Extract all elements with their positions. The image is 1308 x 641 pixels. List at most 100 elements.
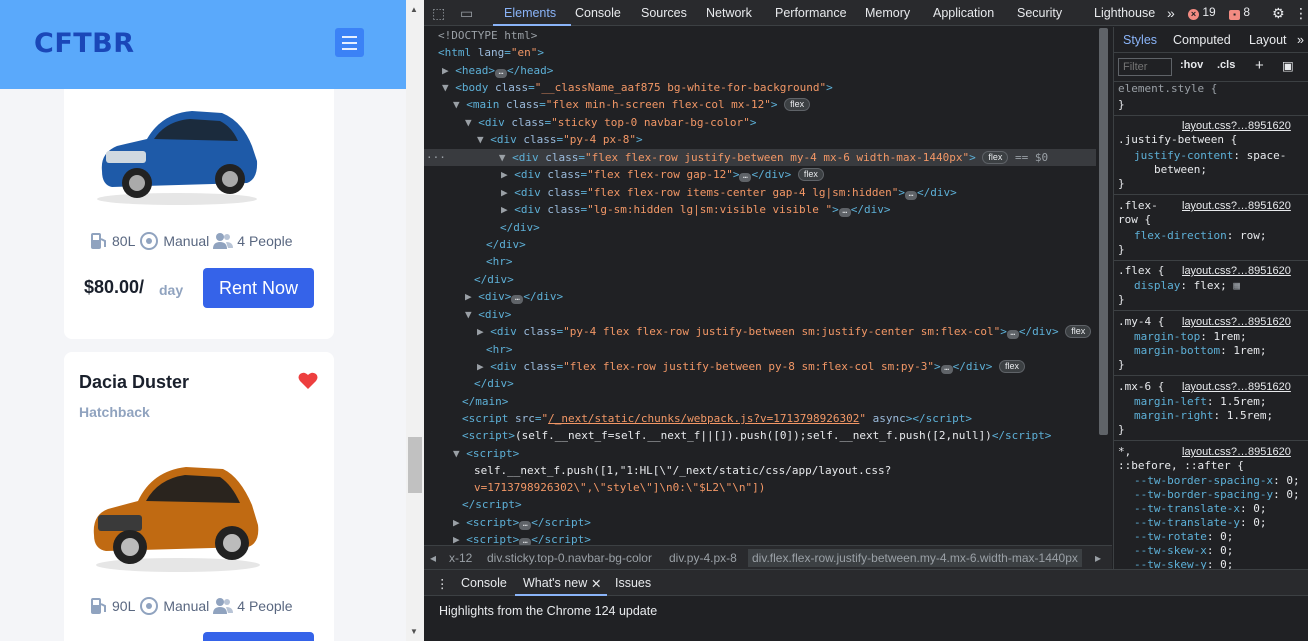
rule-selector[interactable]: ::before, ::after {	[1118, 459, 1244, 473]
breadcrumb-item-current[interactable]: div.flex.flex-row.justify-between.my-4.m…	[748, 549, 1082, 567]
tab-network[interactable]: Network	[706, 6, 752, 20]
child-node[interactable]: ▶ <div class="lg-sm:hidden lg|sm:visible…	[501, 201, 891, 218]
rule-selector[interactable]: row {	[1118, 213, 1151, 227]
rule-selector[interactable]: .flex-	[1118, 199, 1158, 213]
rule-property[interactable]: --tw-border-spacing-y: 0;	[1134, 488, 1300, 502]
rule-source-link[interactable]: layout.css?…8951620	[1182, 445, 1291, 459]
flex-badge[interactable]: flex	[999, 360, 1026, 373]
gear-icon[interactable]: ⚙	[1272, 5, 1285, 22]
div-node[interactable]: ▼ <div>	[465, 306, 511, 323]
styles-filter-input[interactable]	[1118, 58, 1172, 76]
flex-badge[interactable]: flex	[797, 168, 824, 181]
doctype-node[interactable]: <!DOCTYPE html>	[438, 27, 537, 44]
closing-tag[interactable]: </script>	[462, 496, 522, 513]
rule-property[interactable]: margin-left: 1.5rem;	[1134, 395, 1266, 409]
drawer-menu-icon[interactable]: ⋮	[436, 576, 449, 591]
rule-source-link[interactable]: layout.css?…8951620	[1182, 199, 1291, 213]
tab-memory[interactable]: Memory	[865, 6, 910, 20]
main-node[interactable]: ▼ <main class="flex min-h-screen flex-co…	[453, 96, 811, 113]
rule-selector[interactable]: *,	[1118, 445, 1131, 459]
breadcrumb-scroll-left-icon[interactable]: ◂	[430, 551, 436, 565]
rule-source-link[interactable]: layout.css?…8951620	[1182, 380, 1291, 394]
rule-selector[interactable]: .mx-6 {	[1118, 380, 1164, 394]
flex-badge[interactable]: flex	[784, 98, 811, 111]
script-node[interactable]: ▶ <script>… </script>	[453, 514, 591, 531]
inspect-element-icon[interactable]: ⬚	[432, 5, 445, 22]
div-node[interactable]: ▶ <div>… </div>	[465, 288, 563, 305]
script-node[interactable]: ▼ <script>	[453, 445, 519, 462]
tab-sources[interactable]: Sources	[641, 6, 687, 20]
rule-property[interactable]: margin-bottom: 1rem;	[1134, 344, 1266, 358]
rule-source-link[interactable]: layout.css?…8951620	[1182, 315, 1291, 329]
rule-property[interactable]: --tw-border-spacing-x: 0;	[1134, 474, 1300, 488]
breadcrumb-item[interactable]: div.sticky.top-0.navbar-bg-color	[487, 551, 652, 565]
closing-tag[interactable]: </div>	[474, 375, 514, 392]
rule-selector[interactable]: .flex {	[1118, 264, 1164, 278]
py-node[interactable]: ▼ <div class="py-4 px-8">	[477, 131, 643, 148]
drawer-tab-console[interactable]: Console	[461, 576, 507, 590]
closing-tag[interactable]: </div>	[486, 236, 526, 253]
closing-tag[interactable]: </div>	[500, 219, 540, 236]
page-scrollbar-thumb[interactable]	[408, 437, 422, 493]
breadcrumb-item[interactable]: x-12	[449, 551, 472, 565]
script-node[interactable]: <script>(self.__next_f=self.__next_f||[]…	[462, 427, 1051, 444]
more-tabs-icon[interactable]: »	[1167, 5, 1175, 21]
hamburger-menu-button[interactable]	[335, 28, 364, 57]
closing-tag[interactable]: </div>	[474, 271, 514, 288]
tab-elements[interactable]: Elements	[504, 6, 556, 20]
rule-property[interactable]: --tw-translate-x: 0;	[1134, 502, 1266, 516]
script-node[interactable]: <script src="/_next/static/chunks/webpac…	[462, 410, 972, 427]
elements-tree[interactable]: <!DOCTYPE html> <html lang="en"> ▶ <head…	[424, 27, 1112, 545]
tab-application[interactable]: Application	[933, 6, 994, 20]
script-text[interactable]: v=1713798926302\",\"style\"]\n0:\"$L2\"\…	[474, 479, 765, 496]
child-node[interactable]: ▶ <div class="py-4 flex flex-row justify…	[477, 323, 1092, 340]
flex-badge[interactable]: flex	[1065, 325, 1092, 338]
tab-computed[interactable]: Computed	[1173, 33, 1231, 47]
rule-selector[interactable]: .my-4 {	[1118, 315, 1164, 329]
breadcrumb-item[interactable]: div.py-4.px-8	[669, 551, 737, 565]
more-tabs-icon[interactable]: »	[1297, 33, 1304, 47]
tab-performance[interactable]: Performance	[775, 6, 847, 20]
heart-icon[interactable]	[298, 372, 318, 390]
element-style-rule[interactable]: element.style {	[1118, 82, 1217, 96]
page-scrollbar[interactable]	[406, 0, 424, 641]
tab-security[interactable]: Security	[1017, 6, 1062, 20]
script-text[interactable]: self.__next_f.push([1,"1:HL[\"/_next/sta…	[474, 462, 891, 479]
rule-source-link[interactable]: layout.css?…8951620	[1182, 264, 1291, 278]
child-node[interactable]: ▶ <div class="flex flex-row items-center…	[501, 184, 957, 201]
warning-count-badge[interactable]: ▪ 8	[1229, 5, 1250, 20]
cls-toggle[interactable]: .cls	[1217, 59, 1235, 71]
new-rule-icon[interactable]: +	[1255, 57, 1264, 74]
drawer-tab-issues[interactable]: Issues	[615, 576, 651, 590]
rent-now-button[interactable]: Rent Now	[203, 268, 314, 308]
breadcrumb-scroll-right-icon[interactable]: ▸	[1095, 551, 1101, 565]
rule-property[interactable]: display: flex; ▦	[1134, 279, 1240, 293]
scroll-down-arrow-icon[interactable]: ▼	[410, 627, 418, 636]
tab-layout[interactable]: Layout	[1249, 33, 1287, 47]
hr-node[interactable]: <hr>	[486, 253, 513, 270]
rule-property[interactable]: margin-top: 1rem;	[1134, 330, 1247, 344]
close-icon[interactable]: ✕	[591, 576, 601, 591]
flex-badge[interactable]: flex	[982, 151, 1009, 164]
rule-source-link[interactable]: layout.css?…8951620	[1182, 119, 1291, 133]
child-node[interactable]: ▶ <div class="flex flex-row justify-betw…	[477, 358, 1026, 375]
tab-console[interactable]: Console	[575, 6, 621, 20]
flexbox-editor-icon[interactable]: ▦	[1233, 279, 1240, 292]
hov-toggle[interactable]: :hov	[1180, 59, 1203, 71]
navbar-node[interactable]: ▼ <div class="sticky top-0 navbar-bg-col…	[465, 114, 756, 131]
rule-property[interactable]: --tw-rotate: 0;	[1134, 530, 1233, 544]
rule-property[interactable]: margin-right: 1.5rem;	[1134, 409, 1273, 423]
kebab-menu-icon[interactable]: ⋮	[1294, 5, 1308, 22]
elements-scrollbar-thumb[interactable]	[1099, 28, 1108, 435]
body-node[interactable]: ▼ <body class="__className_aaf875 bg-whi…	[442, 79, 833, 96]
script-node[interactable]: ▶ <script>… </script>	[453, 531, 591, 545]
tab-styles[interactable]: Styles	[1123, 33, 1157, 47]
hr-node[interactable]: <hr>	[486, 341, 513, 358]
rule-property[interactable]: --tw-skew-x: 0;	[1134, 544, 1233, 558]
rule-property[interactable]: flex-direction: row;	[1134, 229, 1266, 243]
paint-brush-icon[interactable]: ▣	[1282, 58, 1294, 73]
rent-now-button[interactable]	[203, 632, 314, 641]
drawer-tab-whats-new[interactable]: What's new	[523, 576, 587, 590]
tab-lighthouse[interactable]: Lighthouse	[1094, 6, 1155, 20]
error-count-badge[interactable]: × 19	[1188, 5, 1216, 20]
